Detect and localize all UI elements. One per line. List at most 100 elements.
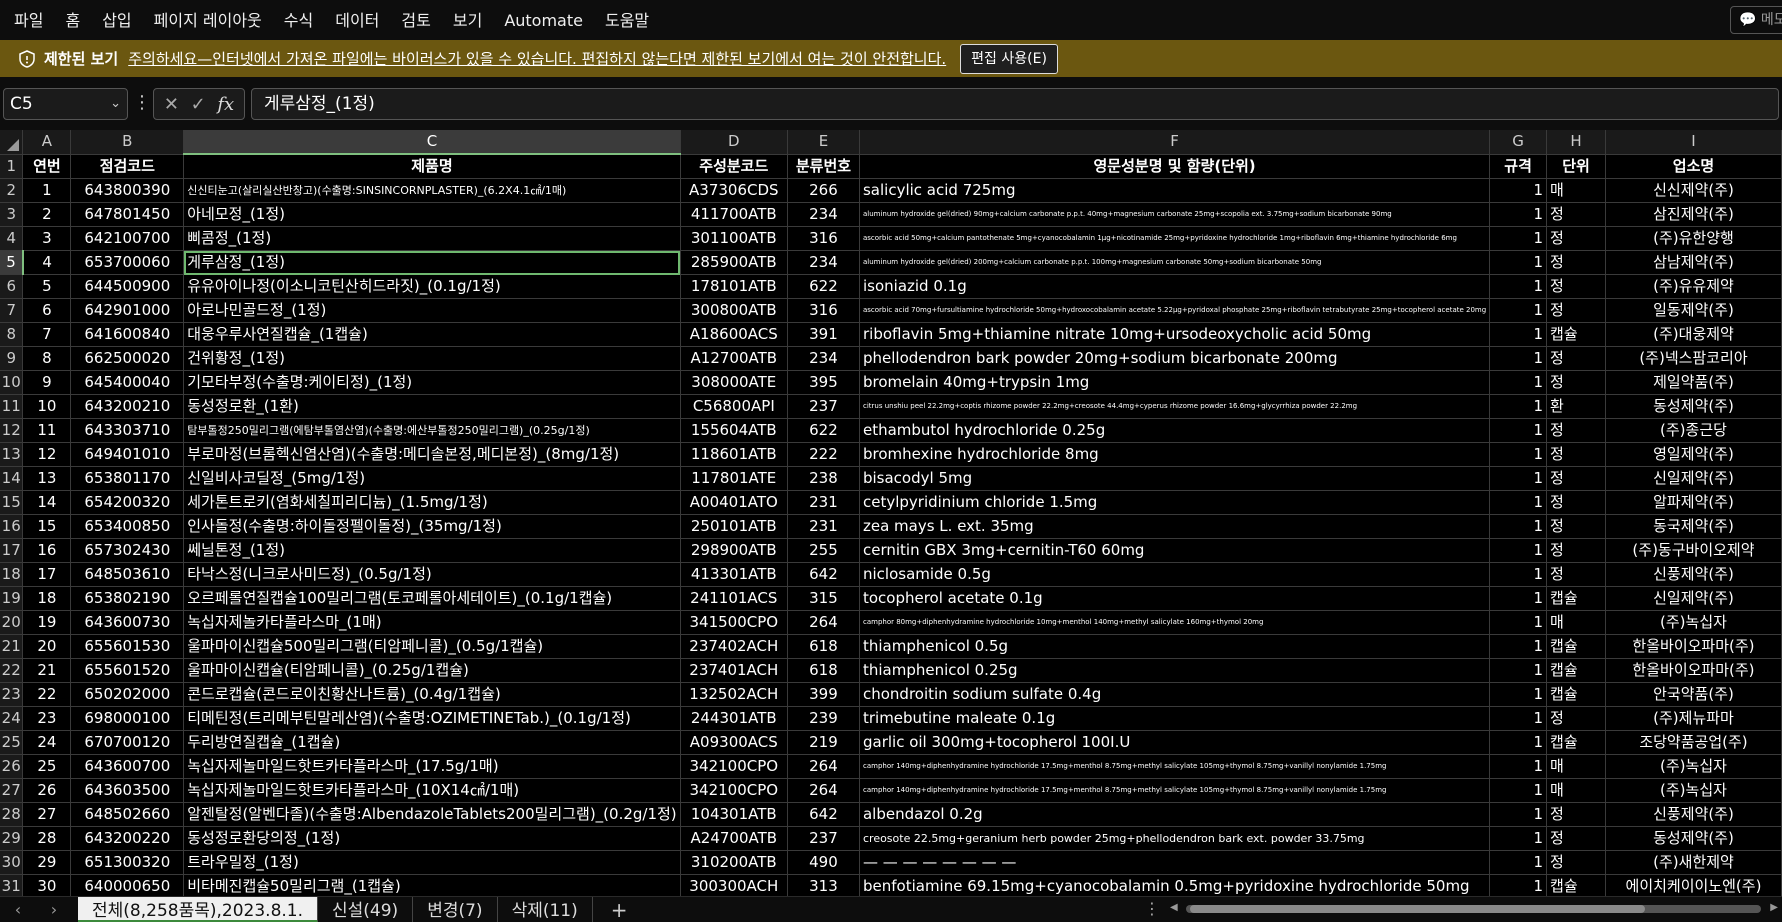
add-sheet-button[interactable]: + — [593, 898, 646, 922]
table-cell[interactable]: 1 — [1489, 562, 1548, 587]
table-cell[interactable]: 매 — [1546, 754, 1606, 779]
table-cell[interactable]: 1 — [1489, 874, 1548, 896]
table-cell[interactable]: 1 — [1489, 466, 1548, 491]
table-cell[interactable]: 트라우밀정_(1정) — [183, 850, 681, 875]
enable-editing-button[interactable]: 편집 사용(E) — [960, 43, 1058, 74]
table-cell[interactable]: A37306CDS — [680, 178, 788, 203]
table-cell[interactable]: 178101ATB — [680, 274, 788, 299]
table-cell[interactable]: 19 — [22, 610, 72, 635]
table-cell[interactable]: riboflavin 5mg+thiamine nitrate 10mg+urs… — [859, 322, 1491, 347]
table-cell[interactable]: 29 — [22, 850, 72, 875]
table-cell[interactable]: benfotiamine 69.15mg+cyanocobalamin 0.5m… — [859, 874, 1491, 896]
menu-item[interactable]: 홈 — [54, 0, 91, 40]
table-cell[interactable]: — — — — — — — — — [859, 850, 1491, 875]
table-cell[interactable]: C56800API — [680, 394, 788, 419]
table-cell[interactable]: (주)새한제약 — [1605, 850, 1782, 875]
table-cell[interactable]: 캡슐 — [1546, 322, 1606, 347]
table-cell[interactable]: 648502660 — [70, 802, 185, 827]
table-cell[interactable]: 타낙스정(니크로사미드정)_(0.5g/1정) — [183, 562, 681, 587]
table-cell[interactable]: 622 — [787, 274, 860, 299]
table-cell[interactable]: 1 — [1489, 370, 1548, 395]
sheet-tab-new[interactable]: 신설(49) — [318, 896, 414, 922]
table-cell[interactable]: 1 — [1489, 730, 1548, 755]
table-cell[interactable]: 300800ATB — [680, 298, 788, 323]
table-cell[interactable]: 642100700 — [70, 226, 185, 251]
table-cell[interactable]: 2 — [22, 202, 72, 227]
table-cell[interactable]: 정 — [1546, 538, 1606, 563]
menu-item[interactable]: 수식 — [273, 0, 324, 40]
table-cell[interactable]: 618 — [787, 658, 860, 683]
table-cell[interactable]: citrus unshiu peel 22.2mg+coptis rhizome… — [859, 394, 1491, 419]
table-cell[interactable]: 13 — [22, 466, 72, 491]
table-cell[interactable]: 1 — [1489, 490, 1548, 515]
header-cell[interactable]: 제품명 — [183, 154, 681, 179]
chevron-down-icon[interactable]: ⌄ — [110, 89, 121, 119]
table-cell[interactable]: 캡슐 — [1546, 634, 1606, 659]
table-cell[interactable]: 매 — [1546, 778, 1606, 803]
table-cell[interactable]: 14 — [22, 490, 72, 515]
table-cell[interactable]: 28 — [22, 826, 72, 851]
table-cell[interactable]: 653400850 — [70, 514, 185, 539]
table-cell[interactable]: 기모타부정(수출명:케이티정)_(1정) — [183, 370, 681, 395]
row-header[interactable]: 17 — [0, 538, 24, 563]
table-cell[interactable]: A12700ATB — [680, 346, 788, 371]
table-cell[interactable]: 30 — [22, 874, 72, 896]
table-cell[interactable]: 285900ATB — [680, 250, 788, 275]
row-header[interactable]: 10 — [0, 370, 24, 395]
name-box[interactable]: C5 ⌄ — [3, 88, 128, 120]
table-cell[interactable]: 298900ATB — [680, 538, 788, 563]
next-sheet-icon[interactable]: › — [36, 900, 72, 919]
table-cell[interactable]: 캡슐 — [1546, 682, 1606, 707]
table-cell[interactable]: 264 — [787, 754, 860, 779]
column-header[interactable]: H — [1546, 130, 1606, 155]
row-header[interactable]: 12 — [0, 418, 24, 443]
table-cell[interactable]: 647801450 — [70, 202, 185, 227]
table-cell[interactable]: 234 — [787, 250, 860, 275]
row-header[interactable]: 26 — [0, 754, 24, 779]
table-cell[interactable]: bisacodyl 5mg — [859, 466, 1491, 491]
table-cell[interactable]: salicylic acid 725mg — [859, 178, 1491, 203]
select-all-button[interactable] — [0, 130, 24, 155]
table-cell[interactable]: 316 — [787, 226, 860, 251]
table-cell[interactable]: 1 — [1489, 802, 1548, 827]
table-cell[interactable]: 411700ATB — [680, 202, 788, 227]
prev-sheet-icon[interactable]: ‹ — [0, 900, 36, 919]
table-cell[interactable]: 정 — [1546, 850, 1606, 875]
table-cell[interactable]: 643800390 — [70, 178, 185, 203]
table-cell[interactable]: 10 — [22, 394, 72, 419]
table-cell[interactable]: 640000650 — [70, 874, 185, 896]
table-cell[interactable]: 104301ATB — [680, 802, 788, 827]
table-cell[interactable]: (주)동구바이오제약 — [1605, 538, 1782, 563]
table-cell[interactable]: phellodendron bark powder 20mg+sodium bi… — [859, 346, 1491, 371]
table-cell[interactable]: A24700ATB — [680, 826, 788, 851]
table-cell[interactable]: 세가톤트로키(염화세칠피리디늄)_(1.5mg/1정) — [183, 490, 681, 515]
comments-button[interactable]: 💬 메모 — [1730, 6, 1782, 34]
column-header[interactable]: D — [680, 130, 788, 155]
table-cell[interactable]: 12 — [22, 442, 72, 467]
table-cell[interactable]: 정 — [1546, 298, 1606, 323]
table-cell[interactable]: 매 — [1546, 610, 1606, 635]
table-cell[interactable]: 1 — [1489, 394, 1548, 419]
table-cell[interactable]: ascorbic acid 70mg+fursultiamine hydroch… — [859, 298, 1491, 323]
table-cell[interactable]: 342100CPO — [680, 778, 788, 803]
table-cell[interactable]: 643200220 — [70, 826, 185, 851]
header-cell[interactable]: 단위 — [1546, 154, 1606, 179]
table-cell[interactable]: 1 — [1489, 226, 1548, 251]
table-cell[interactable]: 1 — [1489, 298, 1548, 323]
table-cell[interactable]: 정 — [1546, 466, 1606, 491]
table-cell[interactable]: 643200210 — [70, 394, 185, 419]
table-cell[interactable]: 삼남제약(주) — [1605, 250, 1782, 275]
table-cell[interactable]: 신풍제약(주) — [1605, 802, 1782, 827]
table-cell[interactable]: 게루삼정_(1정) — [183, 250, 681, 275]
table-cell[interactable]: 15 — [22, 514, 72, 539]
table-cell[interactable]: 1 — [1489, 538, 1548, 563]
table-cell[interactable]: 3 — [22, 226, 72, 251]
table-cell[interactable]: (주)녹십자 — [1605, 778, 1782, 803]
table-cell[interactable]: 탐부톨정250밀리그램(에탐부톨염산염)(수출명:에산부톨정250밀리그램)_(… — [183, 418, 681, 443]
row-header[interactable]: 15 — [0, 490, 24, 515]
table-cell[interactable]: 655601530 — [70, 634, 185, 659]
row-header[interactable]: 1 — [0, 154, 24, 179]
row-header[interactable]: 30 — [0, 850, 24, 875]
table-cell[interactable]: 알파제약(주) — [1605, 490, 1782, 515]
table-cell[interactable]: 신일제약(주) — [1605, 466, 1782, 491]
